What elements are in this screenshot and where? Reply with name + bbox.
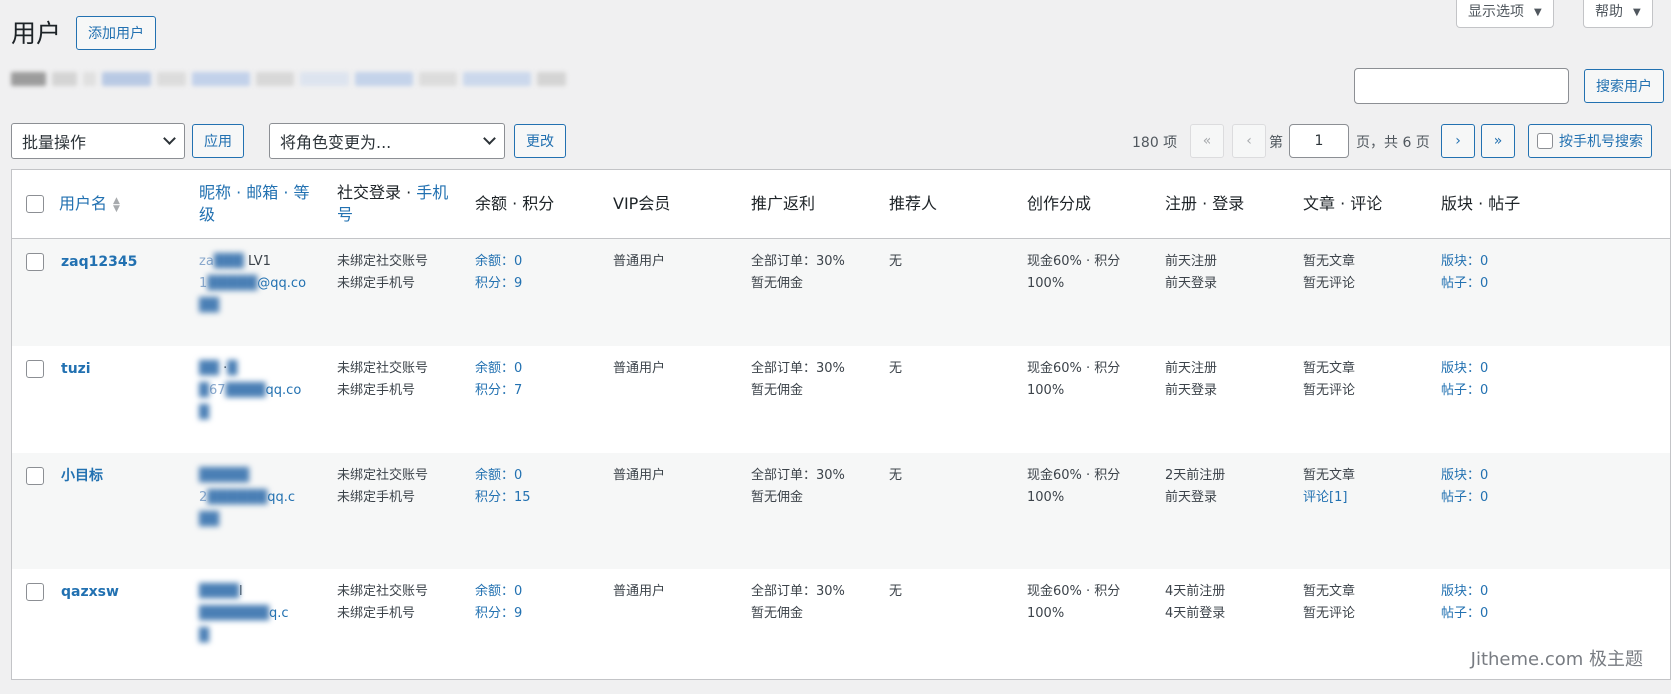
username-link[interactable]: tuzi bbox=[61, 358, 91, 380]
col-social[interactable]: 社交登录 · 手机号 bbox=[337, 182, 457, 226]
col-username[interactable]: 用户名 ▲ ▼ bbox=[59, 193, 120, 215]
next-page-button[interactable]: › bbox=[1441, 124, 1475, 158]
vip-cell: 普通用户 bbox=[613, 254, 666, 269]
col-vip[interactable]: VIP会员 bbox=[613, 193, 670, 215]
nick-email: ████l ███████q.c █ bbox=[199, 584, 289, 643]
screen-options-label: 显示选项 bbox=[1468, 3, 1524, 20]
sort-icon: ▲ ▼ bbox=[113, 195, 120, 214]
nick-email: █████ 2██████qq.c ██ bbox=[199, 468, 296, 527]
reg-cell: 前天注册 前天登录 bbox=[1165, 254, 1218, 291]
change-role-value: 将角色变更为... bbox=[280, 133, 392, 152]
select-all-checkbox[interactable] bbox=[26, 195, 44, 213]
username-link[interactable]: zaq12345 bbox=[61, 251, 137, 273]
help-label: 帮助 bbox=[1595, 3, 1623, 20]
social-cell: 未绑定社交账号 未绑定手机号 bbox=[337, 584, 429, 621]
vip-cell: 普通用户 bbox=[613, 584, 666, 599]
prev-page-button[interactable]: ‹ bbox=[1232, 124, 1266, 158]
social-cell: 未绑定社交账号 未绑定手机号 bbox=[337, 468, 429, 505]
bulk-action-select[interactable]: 批量操作 bbox=[11, 123, 185, 159]
social-cell: 未绑定社交账号 未绑定手机号 bbox=[337, 361, 429, 398]
creator-cell: 现金60% · 积分 100% bbox=[1027, 361, 1121, 398]
first-page-button[interactable]: « bbox=[1190, 124, 1224, 158]
change-role-button[interactable]: 更改 bbox=[514, 124, 566, 158]
change-role-select[interactable]: 将角色变更为... bbox=[269, 123, 505, 159]
row-checkbox[interactable] bbox=[26, 253, 44, 271]
reg-cell: 前天注册 前天登录 bbox=[1165, 361, 1218, 398]
row-checkbox[interactable] bbox=[26, 467, 44, 485]
reg-cell: 4天前注册 4天前登录 bbox=[1165, 584, 1226, 621]
reg-cell: 2天前注册 前天登录 bbox=[1165, 468, 1226, 505]
table-header: 用户名 ▲ ▼ 昵称 · 邮箱 · 等级 社交登录 · 手机号 余额 · 积分 VI… bbox=[12, 170, 1670, 239]
help-button[interactable]: 帮助 bbox=[1583, 0, 1653, 28]
comments-link[interactable]: 评论[1] bbox=[1303, 490, 1347, 505]
search-input[interactable] bbox=[1354, 68, 1569, 104]
posts-cell: 暂无文章 暂无评论 bbox=[1303, 361, 1356, 398]
balance-cell[interactable]: 余额：0 积分：9 bbox=[475, 581, 522, 625]
forum-cell[interactable]: 版块：0 帖子：0 bbox=[1441, 358, 1488, 402]
creator-cell: 现金60% · 积分 100% bbox=[1027, 468, 1121, 505]
col-posts: 文章 · 评论 bbox=[1303, 194, 1383, 213]
bulk-action-value: 批量操作 bbox=[22, 133, 87, 152]
posts-cell: 暂无文章 暂无评论 bbox=[1303, 254, 1356, 291]
col-reg[interactable]: 注册 · 登录 bbox=[1165, 193, 1244, 215]
forum-cell[interactable]: 版块：0 帖子：0 bbox=[1441, 465, 1488, 509]
screen-options-button[interactable]: 显示选项 bbox=[1456, 0, 1554, 28]
phone-search-label: 按手机号搜索 bbox=[1559, 134, 1643, 150]
current-page-input[interactable]: 1 bbox=[1289, 124, 1349, 158]
chevron-down-icon bbox=[163, 132, 176, 145]
forum-cell[interactable]: 版块：0 帖子：0 bbox=[1441, 251, 1488, 295]
table-row: qazxsw ████l ███████q.c █ 未绑定社交账号 未绑定手机号 … bbox=[12, 569, 1670, 679]
vip-cell: 普通用户 bbox=[613, 468, 666, 483]
chevron-down-icon bbox=[1524, 3, 1542, 19]
nick-email: ██ ·█ █67████qq.co █ bbox=[199, 361, 302, 420]
last-page-button[interactable]: » bbox=[1481, 124, 1515, 158]
page-label: 第 bbox=[1269, 135, 1283, 151]
col-promo: 推广返利 bbox=[751, 194, 816, 213]
col-balance[interactable]: 余额 · 积分 bbox=[475, 193, 554, 215]
apply-button[interactable]: 应用 bbox=[192, 124, 244, 158]
username-link[interactable]: 小目标 bbox=[61, 465, 103, 487]
promo-cell: 全部订单：30% 暂无佣金 bbox=[751, 584, 845, 621]
col-nickname[interactable]: 昵称 · 邮箱 · 等级 bbox=[199, 182, 319, 226]
add-user-button[interactable]: 添加用户 bbox=[76, 16, 156, 50]
referrer-cell: 无 bbox=[889, 361, 903, 376]
search-users-button[interactable]: 搜索用户 bbox=[1584, 69, 1664, 103]
table-row: 小目标 █████ 2██████qq.c ██ 未绑定社交账号 未绑定手机号 余… bbox=[12, 453, 1670, 569]
nick-email: za███ LV1 1█████@qq.co ██ bbox=[199, 254, 307, 313]
creator-cell: 现金60% · 积分 100% bbox=[1027, 254, 1121, 291]
promo-cell: 全部订单：30% 暂无佣金 bbox=[751, 468, 845, 505]
referrer-cell: 无 bbox=[889, 468, 903, 483]
col-forum: 版块 · 帖子 bbox=[1441, 194, 1521, 213]
balance-cell[interactable]: 余额：0 积分：15 bbox=[475, 465, 531, 509]
referrer-cell: 无 bbox=[889, 584, 903, 599]
forum-cell[interactable]: 版块：0 帖子：0 bbox=[1441, 581, 1488, 625]
col-referrer[interactable]: 推荐人 bbox=[889, 193, 937, 215]
promo-cell: 全部订单：30% 暂无佣金 bbox=[751, 361, 845, 398]
page-total: 页，共 6 页 bbox=[1356, 135, 1430, 151]
table-row: tuzi ██ ·█ █67████qq.co █ 未绑定社交账号 未绑定手机号 … bbox=[12, 346, 1670, 453]
posts-cell: 暂无文章 暂无评论 bbox=[1303, 584, 1356, 621]
row-checkbox[interactable] bbox=[26, 360, 44, 378]
phone-search-checkbox[interactable] bbox=[1537, 133, 1553, 149]
users-table: 用户名 ▲ ▼ 昵称 · 邮箱 · 等级 社交登录 · 手机号 余额 · 积分 VI… bbox=[11, 169, 1671, 680]
balance-cell[interactable]: 余额：0 积分：9 bbox=[475, 251, 522, 295]
social-cell: 未绑定社交账号 未绑定手机号 bbox=[337, 254, 429, 291]
col-creator: 创作分成 bbox=[1027, 194, 1092, 213]
watermark: Jitheme.com 极主题 bbox=[1470, 649, 1643, 670]
vip-cell: 普通用户 bbox=[613, 361, 666, 376]
table-row: zaq12345 za███ LV1 1█████@qq.co ██ 未绑定社交… bbox=[12, 239, 1670, 346]
chevron-down-icon bbox=[1623, 3, 1641, 19]
username-link[interactable]: qazxsw bbox=[61, 581, 119, 603]
promo-cell: 全部订单：30% 暂无佣金 bbox=[751, 254, 845, 291]
blurred-notice bbox=[11, 72, 566, 86]
page-title: 用户 bbox=[11, 19, 62, 48]
items-count: 180 项 bbox=[1132, 135, 1178, 151]
referrer-cell: 无 bbox=[889, 254, 903, 269]
phone-search-toggle[interactable]: 按手机号搜索 bbox=[1528, 124, 1652, 158]
chevron-down-icon bbox=[483, 132, 496, 145]
creator-cell: 现金60% · 积分 100% bbox=[1027, 584, 1121, 621]
balance-cell[interactable]: 余额：0 积分：7 bbox=[475, 358, 522, 402]
posts-cell: 暂无文章 评论[1] bbox=[1303, 468, 1356, 505]
row-checkbox[interactable] bbox=[26, 583, 44, 601]
